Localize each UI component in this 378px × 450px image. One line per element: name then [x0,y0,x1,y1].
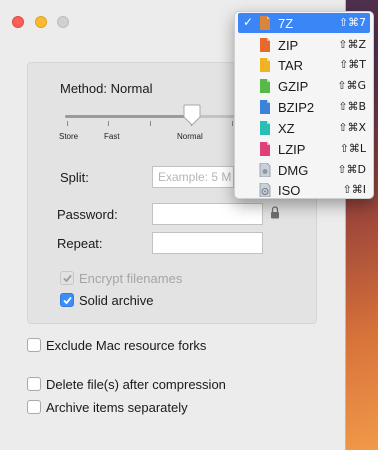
menu-item-tar[interactable]: TAR ⇧⌘T [238,55,370,75]
format-menu: ✓ 7Z ⇧⌘7 ZIP ⇧⌘Z TAR ⇧⌘T GZIP ⇧⌘G BZIP2 … [234,11,374,199]
slider-ticks [67,121,233,127]
menu-item-shortcut: ⇧⌘7 [338,16,366,29]
menu-item-gzip[interactable]: GZIP ⇧⌘G [238,76,370,96]
7z-file-icon [260,16,270,30]
bzip2-file-icon [260,100,270,114]
menu-item-label: DMG [278,163,309,178]
menu-item-label: TAR [278,58,304,73]
level-store: Store [59,132,79,141]
zoom-button[interactable] [57,16,69,28]
split-label: Split: [60,170,89,185]
menu-item-shortcut: ⇧⌘L [339,142,366,155]
encrypt-filenames-checkbox[interactable] [60,271,74,285]
exclude-forks-checkbox[interactable] [27,338,41,352]
level-fast: Fast [104,132,120,141]
solid-archive-checkbox[interactable] [60,293,74,307]
gzip-file-icon [260,79,270,93]
menu-item-7z[interactable]: ✓ 7Z ⇧⌘7 [238,13,370,33]
split-field[interactable]: Example: 5 M [152,166,234,188]
zip-file-icon [260,38,270,52]
lzip-file-icon [260,142,270,156]
checkmark-icon [63,296,72,305]
menu-item-label: LZIP [278,142,306,157]
iso-disc-icon [259,183,271,197]
menu-item-dmg[interactable]: DMG ⇧⌘D [238,160,370,180]
solid-archive-label: Solid archive [79,293,154,308]
level-normal: Normal [177,132,203,141]
menu-item-label: XZ [278,121,295,136]
dmg-disk-icon [259,163,271,177]
exclude-forks-label: Exclude Mac resource forks [46,338,207,353]
menu-item-xz[interactable]: XZ ⇧⌘X [238,118,370,138]
tar-file-icon [260,58,270,72]
minimize-button[interactable] [35,16,47,28]
lock-icon [271,206,279,219]
menu-item-label: GZIP [278,79,309,94]
archive-separately-label: Archive items separately [46,400,188,415]
password-label: Password: [57,207,118,222]
menu-item-shortcut: ⇧⌘X [338,121,366,134]
menu-item-lzip[interactable]: LZIP ⇧⌘L [238,139,370,159]
checkmark-icon: ✓ [243,15,254,29]
menu-item-label: ISO [278,183,301,198]
menu-item-bzip2[interactable]: BZIP2 ⇧⌘B [238,97,370,117]
menu-item-label: 7Z [278,16,294,31]
password-field[interactable] [152,203,263,225]
delete-after-label: Delete file(s) after compression [46,377,226,392]
menu-item-shortcut: ⇧⌘T [339,58,366,71]
menu-item-shortcut: ⇧⌘D [337,163,366,176]
menu-item-zip[interactable]: ZIP ⇧⌘Z [238,35,370,55]
checkmark-icon [63,274,72,283]
archive-separately-checkbox[interactable] [27,400,41,414]
encrypt-filenames-label: Encrypt filenames [79,271,183,286]
menu-item-shortcut: ⇧⌘Z [338,38,366,51]
xz-file-icon [260,121,270,135]
method-label: Method: Normal [60,81,153,96]
compression-slider-knob[interactable] [183,104,201,126]
menu-item-shortcut: ⇧⌘B [338,100,366,113]
repeat-password-field[interactable] [152,232,263,254]
close-button[interactable] [12,16,24,28]
menu-item-iso[interactable]: ISO ⇧⌘I [238,180,370,200]
menu-item-shortcut: ⇧⌘G [337,79,366,92]
menu-item-label: BZIP2 [278,100,315,115]
menu-item-label: ZIP [278,38,299,53]
repeat-label: Repeat: [57,236,103,251]
compression-slider-track[interactable] [65,115,235,118]
delete-after-checkbox[interactable] [27,377,41,391]
menu-item-shortcut: ⇧⌘I [342,183,366,196]
slider-fill [65,115,189,118]
